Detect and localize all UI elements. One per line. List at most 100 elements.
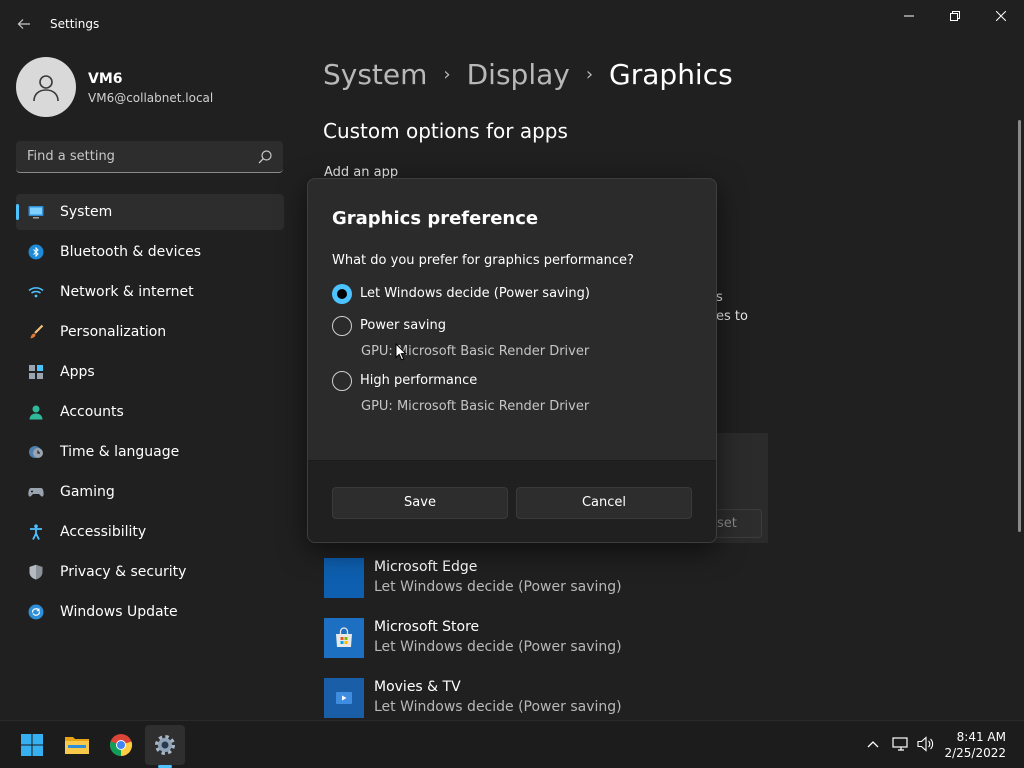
volume-icon (917, 736, 934, 752)
save-button[interactable]: Save (332, 487, 508, 519)
page-title: Graphics (609, 58, 733, 91)
breadcrumb-display[interactable]: Display (467, 58, 570, 91)
app-preference: Let Windows decide (Power saving) (374, 699, 622, 715)
back-arrow-icon (17, 19, 30, 29)
breadcrumb-system[interactable]: System (323, 58, 427, 91)
sidebar-item-label: Accessibility (60, 524, 147, 540)
dialog-title: Graphics preference (332, 208, 539, 229)
accessibility-icon (30, 524, 42, 540)
gamepad-icon (28, 488, 44, 497)
breadcrumb-separator: › (585, 64, 594, 85)
sidebar-item-privacy-security[interactable]: Privacy & security (16, 554, 284, 590)
sidebar-item-label: Gaming (60, 484, 115, 500)
back-button[interactable] (12, 12, 36, 36)
app-list-item[interactable]: Microsoft Store Let Windows decide (Powe… (324, 618, 768, 678)
sidebar-item-system[interactable]: System (16, 194, 284, 230)
edge-icon (324, 558, 364, 598)
sidebar-item-network[interactable]: Network & internet (16, 274, 284, 310)
sidebar-item-bluetooth[interactable]: Bluetooth & devices (16, 234, 284, 270)
mouse-pointer-icon (395, 343, 407, 361)
sidebar-item-label: Network & internet (60, 284, 194, 300)
clock-globe-icon (29, 446, 43, 458)
taskbar-chrome[interactable] (101, 725, 141, 765)
radio-button[interactable] (332, 316, 352, 336)
radio-button-checked[interactable] (332, 284, 352, 304)
folder-icon (65, 737, 89, 754)
clock-time[interactable]: 8:41 AM (948, 730, 1006, 744)
monitor-icon (28, 206, 44, 219)
person-icon (29, 405, 43, 420)
person-avatar-icon (33, 75, 59, 102)
maximize-button[interactable] (932, 0, 978, 32)
network-status-button[interactable] (892, 735, 910, 753)
network-icon (892, 737, 908, 751)
search-box[interactable] (16, 141, 283, 173)
cancel-button[interactable]: Cancel (516, 487, 692, 519)
avatar[interactable] (16, 57, 76, 117)
app-name: Movies & TV (374, 679, 461, 695)
radio-button[interactable] (332, 371, 352, 391)
app-name: Microsoft Edge (374, 559, 478, 575)
scrollbar[interactable] (1018, 120, 1021, 532)
volume-button[interactable] (917, 735, 935, 753)
taskbar: 8:41 AM 2/25/2022 (0, 720, 1024, 768)
restore-icon (950, 11, 960, 21)
sidebar-item-windows-update[interactable]: Windows Update (16, 594, 284, 630)
clock-date[interactable]: 2/25/2022 (940, 746, 1006, 760)
sidebar-item-label: Time & language (60, 444, 180, 460)
start-button[interactable] (12, 725, 52, 765)
radio-label: High performance (360, 373, 478, 388)
gear-icon (155, 735, 175, 755)
search-input[interactable] (16, 141, 251, 172)
sidebar-item-gaming[interactable]: Gaming (16, 474, 284, 510)
sidebar-item-label: Personalization (60, 324, 167, 340)
gpu-description: GPU: Microsoft Basic Render Driver (361, 399, 590, 414)
dialog-footer: Save Cancel (308, 460, 716, 542)
breadcrumb: System › Display › Graphics (323, 58, 733, 91)
dialog-question: What do you prefer for graphics performa… (332, 253, 634, 268)
minimize-button[interactable] (886, 0, 932, 32)
taskbar-file-explorer[interactable] (57, 725, 97, 765)
shield-icon (29, 564, 43, 580)
app-preference: Let Windows decide (Power saving) (374, 639, 622, 655)
update-icon (28, 604, 44, 620)
sidebar-item-time-language[interactable]: Time & language (16, 434, 284, 470)
section-title: Custom options for apps (323, 119, 568, 143)
search-icon[interactable] (257, 149, 273, 165)
radio-label: Power saving (360, 318, 446, 333)
chrome-icon (109, 734, 133, 757)
graphics-preference-dialog: Graphics preference What do you prefer f… (307, 178, 717, 543)
window-title: Settings (50, 17, 100, 31)
app-name: Microsoft Store (374, 619, 480, 635)
profile-email: VM6@collabnet.local (88, 91, 214, 105)
minimize-icon (904, 15, 914, 17)
radio-label: Let Windows decide (Power saving) (360, 286, 590, 301)
settings-window: Settings VM6 VM6@collabnet.local System … (0, 0, 1024, 720)
taskbar-settings[interactable] (145, 725, 185, 765)
app-preference: Let Windows decide (Power saving) (374, 579, 622, 595)
wifi-icon (28, 287, 44, 298)
close-button[interactable] (978, 0, 1024, 32)
close-icon (996, 11, 1006, 21)
bluetooth-icon (28, 244, 44, 260)
sidebar-item-label: Accounts (60, 404, 124, 420)
sidebar-nav: System Bluetooth & devices Network & int… (16, 194, 284, 634)
breadcrumb-separator: › (443, 64, 451, 85)
obscured-text-fragment: s (716, 290, 723, 305)
apps-icon (29, 365, 43, 379)
show-hidden-icons-button[interactable] (864, 735, 882, 753)
sidebar-item-apps[interactable]: Apps (16, 354, 284, 390)
brush-icon (30, 324, 44, 339)
sidebar-item-label: Bluetooth & devices (60, 244, 202, 260)
sidebar-item-accounts[interactable]: Accounts (16, 394, 284, 430)
sidebar-item-label: System (60, 204, 113, 220)
sidebar-item-label: Apps (60, 364, 95, 380)
sidebar-item-personalization[interactable]: Personalization (16, 314, 284, 350)
sidebar-item-accessibility[interactable]: Accessibility (16, 514, 284, 550)
app-list-item[interactable]: Movies & TV Let Windows decide (Power sa… (324, 678, 768, 720)
profile-name: VM6 (88, 71, 123, 87)
obscured-text-fragment: es to (716, 309, 748, 324)
app-list-item[interactable]: Microsoft Edge Let Windows decide (Power… (324, 558, 768, 618)
movies-tv-icon (324, 678, 364, 718)
chevron-up-icon (867, 741, 879, 748)
